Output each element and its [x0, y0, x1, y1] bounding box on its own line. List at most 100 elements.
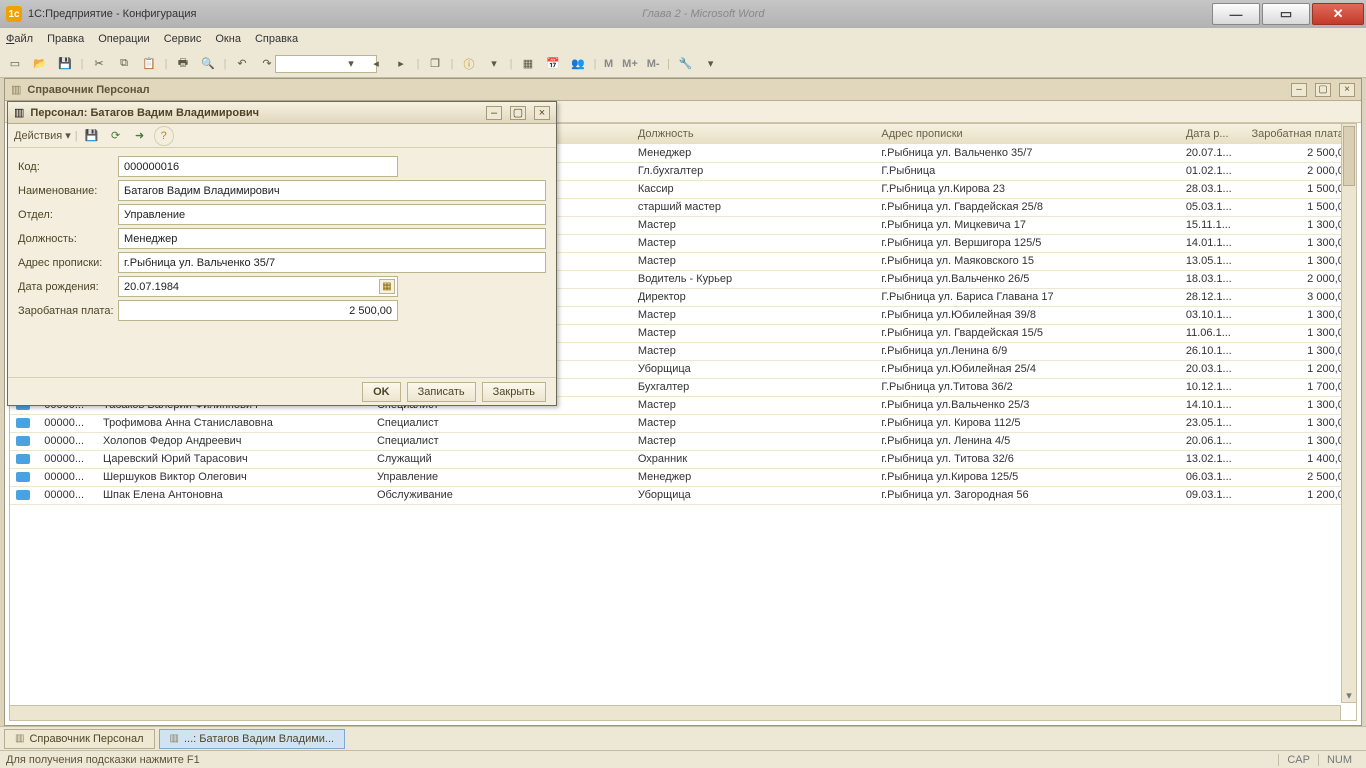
- close-dialog-button[interactable]: Закрыть: [482, 382, 546, 402]
- background-doc: Глава 2 - Microsoft Word: [642, 8, 764, 20]
- col-address[interactable]: Адрес прописки: [875, 124, 1179, 144]
- menu-service[interactable]: Сервис: [164, 33, 202, 45]
- copy-icon[interactable]: ⧉: [113, 53, 135, 75]
- save-record-icon[interactable]: 💾: [82, 126, 102, 146]
- settings-icon[interactable]: 🔧: [675, 53, 697, 75]
- scroll-down-icon[interactable]: ▾: [1342, 688, 1356, 702]
- goto-icon[interactable]: ➜: [130, 126, 150, 146]
- app-title: 1С:Предприятие - Конфигурация: [28, 8, 197, 20]
- tab-dialog[interactable]: ▥...: Батагов Вадим Владими...: [159, 729, 346, 749]
- col-position[interactable]: Должность: [632, 124, 876, 144]
- scroll-thumb[interactable]: [1343, 126, 1355, 186]
- new-icon[interactable]: ▭: [4, 53, 26, 75]
- label-code: Код:: [18, 161, 118, 173]
- table-row[interactable]: 00000...Царевский Юрий ТарасовичСлужащий…: [10, 450, 1356, 468]
- horizontal-scrollbar[interactable]: [9, 705, 1341, 721]
- status-num: NUM: [1318, 754, 1360, 766]
- input-address[interactable]: г.Рыбница ул. Вальченко 35/7: [118, 252, 546, 273]
- dir-maximize-button[interactable]: ▢: [1315, 83, 1331, 97]
- preview-icon[interactable]: 🔍: [197, 53, 219, 75]
- titlebar: 1c 1С:Предприятие - Конфигурация Глава 2…: [0, 0, 1366, 28]
- table-row[interactable]: 00000...Трофимова Анна СтаниславовнаСпец…: [10, 414, 1356, 432]
- menu-edit[interactable]: Правка: [47, 33, 84, 45]
- dlg-maximize-button[interactable]: ▢: [510, 106, 526, 120]
- users-icon[interactable]: 👥: [567, 53, 589, 75]
- label-address: Адрес прописки:: [18, 257, 118, 269]
- input-name[interactable]: Батагов Вадим Владимирович: [118, 180, 546, 201]
- help-icon[interactable]: ?: [154, 126, 174, 146]
- row-icon: [16, 490, 30, 500]
- dir-minimize-button[interactable]: –: [1291, 83, 1307, 97]
- dialog-toolbar: Действия ▾ | 💾 ⟳ ➜ ?: [8, 124, 556, 148]
- windows-icon[interactable]: ❐: [424, 53, 446, 75]
- m-label: M: [601, 58, 616, 70]
- directory-title: Справочник Персонал: [27, 84, 149, 96]
- vertical-scrollbar[interactable]: ▴ ▾: [1341, 123, 1357, 703]
- list-icon: ▥: [14, 106, 24, 119]
- directory-titlebar: ▥ Справочник Персонал – ▢ ×: [5, 79, 1361, 101]
- m-minus-label: M-: [644, 58, 663, 70]
- statusbar: Для получения подсказки нажмите F1 CAP N…: [0, 750, 1366, 768]
- cut-icon[interactable]: ✂: [88, 53, 110, 75]
- save-icon[interactable]: 💾: [54, 53, 76, 75]
- open-icon[interactable]: 📂: [29, 53, 51, 75]
- calendar-picker-icon[interactable]: ▦: [379, 279, 395, 294]
- dir-close-button[interactable]: ×: [1339, 83, 1355, 97]
- table-row[interactable]: 00000...Шпак Елена АнтоновнаОбслуживание…: [10, 486, 1356, 504]
- status-hint: Для получения подсказки нажмите F1: [6, 754, 200, 766]
- menu-help[interactable]: Справка: [255, 33, 298, 45]
- input-salary[interactable]: 2 500,00: [118, 300, 398, 321]
- list-icon: ▥: [170, 733, 179, 744]
- ok-button[interactable]: OK: [362, 382, 401, 402]
- calc-icon[interactable]: ▦: [517, 53, 539, 75]
- close-button[interactable]: ✕: [1312, 3, 1364, 25]
- label-birth: Дата рождения:: [18, 281, 118, 293]
- actions-menu[interactable]: Действия ▾: [14, 129, 71, 142]
- list-icon: ▥: [15, 733, 24, 744]
- table-row[interactable]: 00000...Холопов Федор АндреевичСпециалис…: [10, 432, 1356, 450]
- row-icon: [16, 436, 30, 446]
- calendar-icon[interactable]: 📅: [542, 53, 564, 75]
- record-dialog: ▥ Персонал: Батагов Вадим Владимирович –…: [7, 101, 557, 406]
- status-cap: CAP: [1278, 754, 1318, 766]
- workspace: ▥ Справочник Персонал – ▢ × Де Д: [4, 78, 1362, 726]
- label-name: Наименование:: [18, 185, 118, 197]
- col-salary[interactable]: Заробатная плата: [1243, 124, 1356, 144]
- label-dept: Отдел:: [18, 209, 118, 221]
- search-next-icon[interactable]: ▸: [390, 53, 412, 75]
- menubar: ФФайлайл Правка Операции Сервис Окна Спр…: [0, 28, 1366, 50]
- window-tabs: ▥Справочник Персонал ▥...: Батагов Вадим…: [0, 726, 1366, 750]
- col-birth[interactable]: Дата р...: [1180, 124, 1243, 144]
- info-dropdown-icon[interactable]: ▾: [483, 53, 505, 75]
- list-icon: ▥: [11, 83, 21, 96]
- menu-windows[interactable]: Окна: [215, 33, 241, 45]
- table-row[interactable]: 00000...Шершуков Виктор ОлеговичУправлен…: [10, 468, 1356, 486]
- label-salary: Заробатная плата:: [18, 305, 118, 317]
- input-birth[interactable]: 20.07.1984▦: [118, 276, 398, 297]
- row-icon: [16, 454, 30, 464]
- row-icon: [16, 472, 30, 482]
- main-toolbar: ▭ 📂 💾 | ✂ ⧉ 📋 | 🖶 🔍 | ↶ ↷ | 🔍 ▾ ◂ ▸ | ❐ …: [0, 50, 1366, 78]
- write-button[interactable]: Записать: [407, 382, 476, 402]
- print-icon[interactable]: 🖶: [172, 53, 194, 75]
- paste-icon[interactable]: 📋: [138, 53, 160, 75]
- search-dropdown-icon[interactable]: ▾: [340, 53, 362, 75]
- search-prev-icon[interactable]: ◂: [365, 53, 387, 75]
- refresh-icon[interactable]: ⟳: [106, 126, 126, 146]
- info-icon[interactable]: ⓘ: [458, 53, 480, 75]
- dialog-titlebar[interactable]: ▥ Персонал: Батагов Вадим Владимирович –…: [8, 102, 556, 124]
- tab-directory[interactable]: ▥Справочник Персонал: [4, 729, 155, 749]
- settings-dropdown-icon[interactable]: ▾: [700, 53, 722, 75]
- minimize-button[interactable]: —: [1212, 3, 1260, 25]
- dialog-footer: OK Записать Закрыть: [8, 377, 556, 405]
- input-position[interactable]: Менеджер: [118, 228, 546, 249]
- undo-icon[interactable]: ↶: [231, 53, 253, 75]
- input-dept[interactable]: Управление: [118, 204, 546, 225]
- menu-file[interactable]: ФФайлайл: [6, 33, 33, 45]
- dialog-title: Персонал: Батагов Вадим Владимирович: [30, 107, 259, 119]
- menu-operations[interactable]: Операции: [98, 33, 149, 45]
- dlg-minimize-button[interactable]: –: [486, 106, 502, 120]
- dlg-close-button[interactable]: ×: [534, 106, 550, 120]
- maximize-button[interactable]: ▭: [1262, 3, 1310, 25]
- input-code[interactable]: 000000016: [118, 156, 398, 177]
